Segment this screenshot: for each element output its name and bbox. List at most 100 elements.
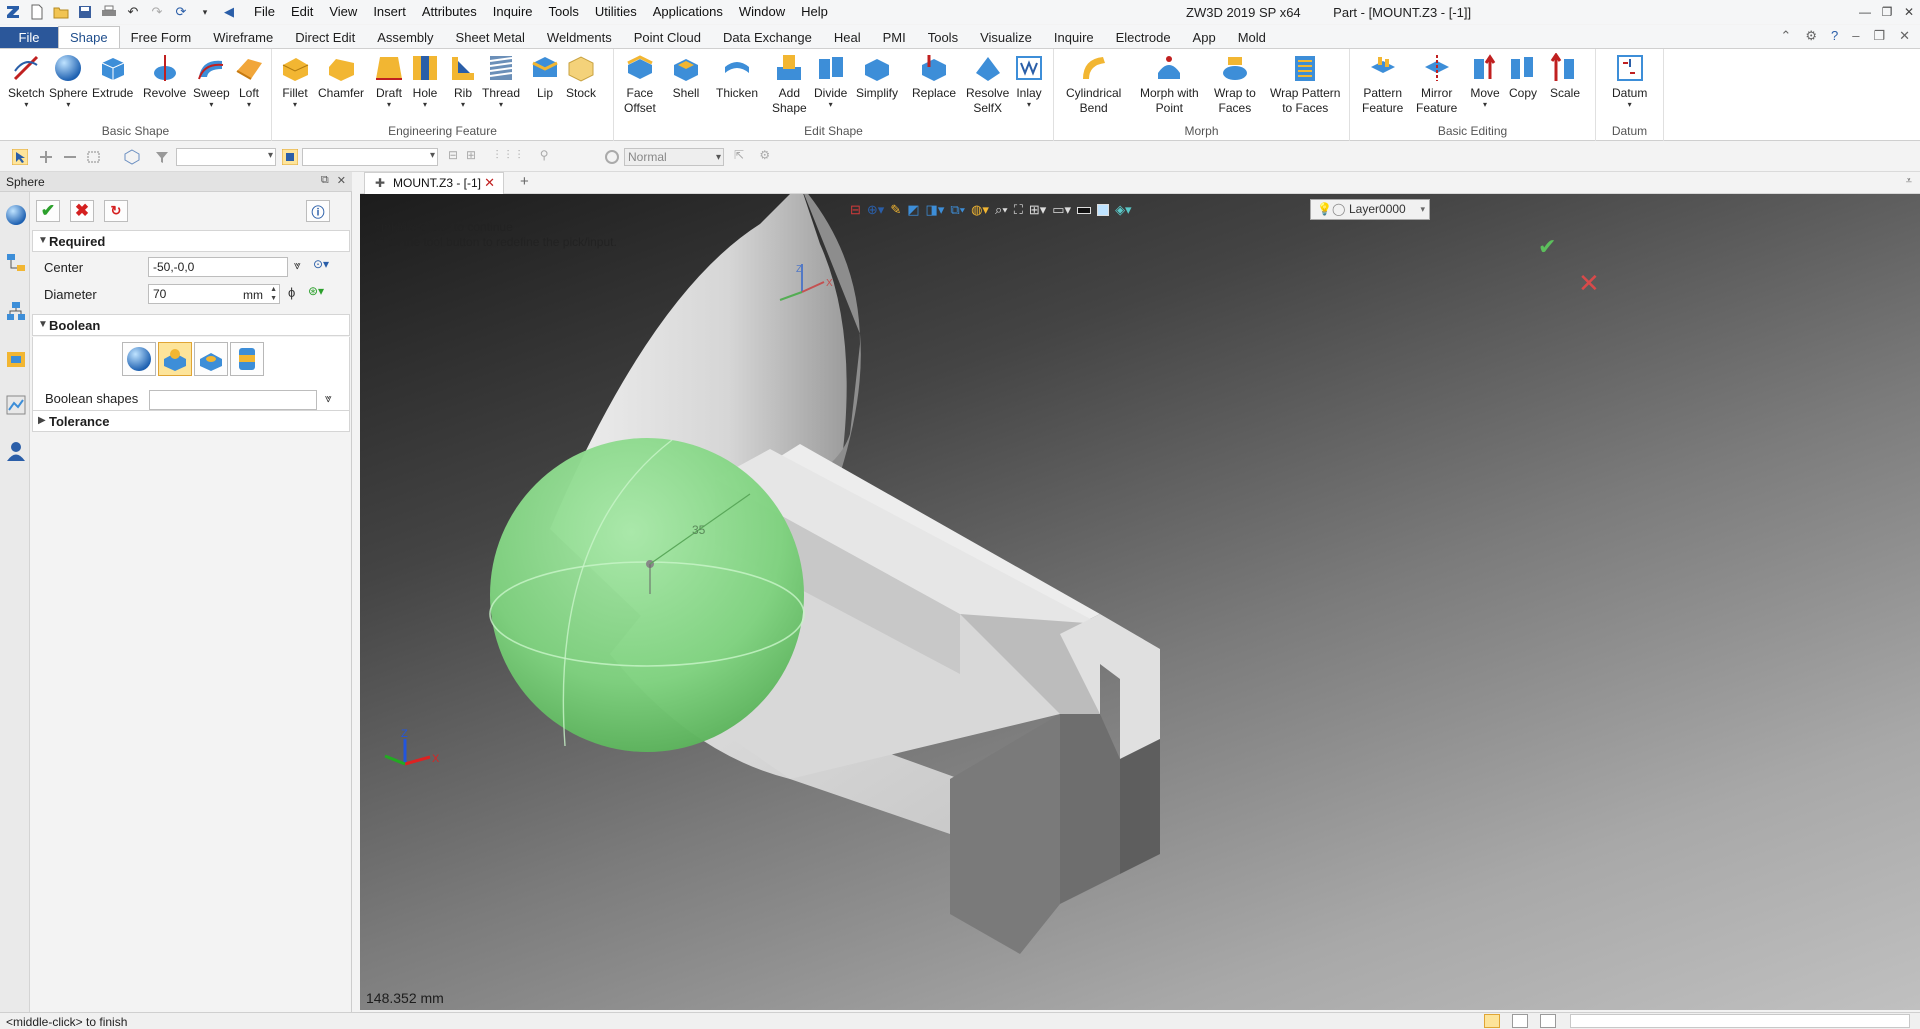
wrap-to-faces-button[interactable]: Wrap to Faces bbox=[1214, 53, 1256, 116]
tab-data-exchange[interactable]: Data Exchange bbox=[712, 27, 823, 49]
viewport-accept-icon[interactable]: ✔ bbox=[1538, 234, 1556, 260]
tab-inquire[interactable]: Inquire bbox=[1043, 27, 1105, 49]
menu-utilities[interactable]: Utilities bbox=[587, 1, 645, 23]
diameter-input[interactable]: 70 mm ▲ ▼ bbox=[148, 284, 280, 304]
hole-button[interactable]: Hole ▾ bbox=[410, 53, 440, 109]
diameter-measure-icon[interactable]: ⊛▾ bbox=[308, 284, 324, 298]
pick-line-icon[interactable] bbox=[62, 149, 78, 165]
viewport-cancel-icon[interactable]: ✕ bbox=[1578, 268, 1600, 299]
background-color-icon[interactable] bbox=[1077, 206, 1092, 214]
monitor-icon[interactable]: ▭▾ bbox=[1052, 202, 1071, 218]
pick-face-icon[interactable] bbox=[86, 149, 102, 165]
diameter-spinner[interactable]: ▲ ▼ bbox=[270, 285, 277, 303]
close-window-icon[interactable]: ✕ bbox=[1898, 1, 1920, 23]
sphere-preview[interactable]: 35 bbox=[489, 438, 805, 752]
measure-icon[interactable]: ⊞▾ bbox=[1029, 202, 1046, 218]
app-logo-icon[interactable] bbox=[2, 2, 24, 22]
pin-icon[interactable]: ✚ bbox=[375, 173, 385, 193]
menu-tools[interactable]: Tools bbox=[541, 1, 587, 23]
history-tree-icon[interactable] bbox=[5, 252, 27, 274]
zoom-icon[interactable]: ⌕▾ bbox=[995, 202, 1008, 218]
zoom-all-icon[interactable]: ⛶ bbox=[1014, 202, 1023, 218]
ok-button[interactable]: ✔ bbox=[36, 200, 60, 222]
lip-button[interactable]: Lip bbox=[530, 53, 560, 101]
user-role-icon[interactable] bbox=[5, 440, 27, 462]
add-shape-button[interactable]: Add Shape bbox=[772, 53, 807, 116]
center-input[interactable]: -50,-0,0 bbox=[148, 257, 288, 277]
refresh-icon[interactable]: ⟳ bbox=[170, 2, 192, 22]
tab-weldments[interactable]: Weldments bbox=[536, 27, 623, 49]
status-view-icon-2[interactable] bbox=[1512, 1014, 1528, 1028]
status-view-icon-1[interactable] bbox=[1484, 1014, 1500, 1028]
tab-tools[interactable]: Tools bbox=[917, 27, 969, 49]
pen-icon[interactable]: ✎ bbox=[890, 202, 901, 218]
sketch-button[interactable]: Sketch ▾ bbox=[8, 53, 45, 109]
status-view-icon-3[interactable] bbox=[1540, 1014, 1556, 1028]
save-icon[interactable] bbox=[74, 2, 96, 22]
customize-dropdown-icon[interactable]: ▾ bbox=[194, 2, 216, 22]
apply-button[interactable]: ↻ bbox=[104, 200, 128, 222]
document-tab[interactable]: ✚ MOUNT.Z3 - [-1] ✕ bbox=[364, 172, 504, 194]
tab-shape[interactable]: Shape bbox=[58, 26, 120, 49]
tab-visualize[interactable]: Visualize bbox=[969, 27, 1043, 49]
command-input-field[interactable] bbox=[1570, 1014, 1910, 1028]
scale-button[interactable]: Scale bbox=[1550, 53, 1580, 101]
datum-button[interactable]: Datum ▾ bbox=[1612, 53, 1647, 109]
center-options-icon[interactable]: ⩔ bbox=[294, 258, 301, 273]
boolean-intersect-button[interactable] bbox=[230, 342, 264, 376]
boolean-shapes-options-icon[interactable]: ⩔ bbox=[325, 391, 332, 406]
layer-combo[interactable]: 💡◯ Layer0000 ▾ bbox=[1310, 199, 1430, 220]
thicken-button[interactable]: Thicken bbox=[716, 53, 758, 101]
help-icon[interactable]: ? bbox=[1831, 28, 1838, 44]
view-manager-icon[interactable] bbox=[5, 394, 27, 416]
cancel-button[interactable]: ✖ bbox=[70, 200, 94, 222]
3d-viewport[interactable]: 35 Z X Z X ⊟ ⊕▾ ✎ ◩ ◨▾ ⧉▾ ◍▾ ⌕▾ ⛶ ⊞▾ ▭▾ bbox=[360, 194, 1920, 1010]
new-file-icon[interactable] bbox=[26, 2, 48, 22]
extrude-button[interactable]: Extrude bbox=[92, 53, 133, 101]
doc-minimize-icon[interactable]: – bbox=[1852, 28, 1859, 44]
settings-gear-icon[interactable]: ⚙ bbox=[1805, 28, 1817, 44]
tab-sheet-metal[interactable]: Sheet Metal bbox=[445, 27, 536, 49]
loft-button[interactable]: Loft ▾ bbox=[234, 53, 264, 109]
menu-view[interactable]: View bbox=[321, 1, 365, 23]
fillet-button[interactable]: Fillet ▾ bbox=[280, 53, 310, 109]
snap-icons-group[interactable]: ⊟⊞ ⫶⫶⫶ ⚲ bbox=[448, 148, 557, 163]
tab-app[interactable]: App bbox=[1182, 27, 1227, 49]
draft-button[interactable]: Draft ▾ bbox=[374, 53, 404, 109]
undo-icon[interactable]: ↶ bbox=[122, 2, 144, 22]
back-arrow-icon[interactable]: ◀ bbox=[218, 2, 240, 22]
render-settings-icon[interactable] bbox=[604, 149, 620, 165]
rib-button[interactable]: Rib ▾ bbox=[448, 53, 478, 109]
tab-direct-edit[interactable]: Direct Edit bbox=[284, 27, 366, 49]
tab-assembly[interactable]: Assembly bbox=[366, 27, 444, 49]
boolean-base-button[interactable] bbox=[122, 342, 156, 376]
resolve-selfx-button[interactable]: Resolve SelfX bbox=[966, 53, 1009, 116]
ribbon-collapse-icon[interactable]: ⌃ bbox=[1780, 28, 1791, 44]
tab-electrode[interactable]: Electrode bbox=[1105, 27, 1182, 49]
doc-restore-icon[interactable]: ❐ bbox=[1873, 28, 1885, 44]
face-offset-button[interactable]: Face Offset bbox=[624, 53, 656, 116]
diameter-symbol-icon[interactable]: ϕ bbox=[288, 285, 295, 300]
chamfer-button[interactable]: Chamfer bbox=[318, 53, 364, 101]
sweep-button[interactable]: Sweep ▾ bbox=[193, 53, 230, 109]
move-button[interactable]: Move ▾ bbox=[1470, 53, 1500, 109]
filter-icon[interactable] bbox=[154, 149, 170, 165]
menu-inquire[interactable]: Inquire bbox=[485, 1, 541, 23]
center-point-picker-icon[interactable]: ⊙▾ bbox=[313, 257, 329, 271]
filter-type-combo[interactable] bbox=[176, 148, 276, 166]
exit-view-icon[interactable]: ⊟ bbox=[850, 202, 861, 218]
simplify-button[interactable]: Simplify bbox=[856, 53, 898, 101]
boolean-section-header[interactable]: ▼ Boolean bbox=[32, 314, 350, 336]
boolean-shapes-input[interactable] bbox=[149, 390, 317, 410]
doc-close-icon[interactable]: ✕ bbox=[1899, 28, 1910, 44]
part-browser-icon[interactable] bbox=[5, 348, 27, 370]
menu-file[interactable]: File bbox=[246, 1, 283, 23]
copy-button[interactable]: Copy bbox=[1508, 53, 1538, 101]
sphere-command-icon[interactable] bbox=[5, 204, 27, 226]
divide-button[interactable]: Divide ▾ bbox=[814, 53, 847, 109]
restore-icon[interactable]: ❐ bbox=[1876, 1, 1898, 23]
redo-icon[interactable]: ↷ bbox=[146, 2, 168, 22]
menu-window[interactable]: Window bbox=[731, 1, 793, 23]
diameter-dimension-label[interactable]: 35 bbox=[692, 523, 706, 537]
menu-help[interactable]: Help bbox=[793, 1, 836, 23]
